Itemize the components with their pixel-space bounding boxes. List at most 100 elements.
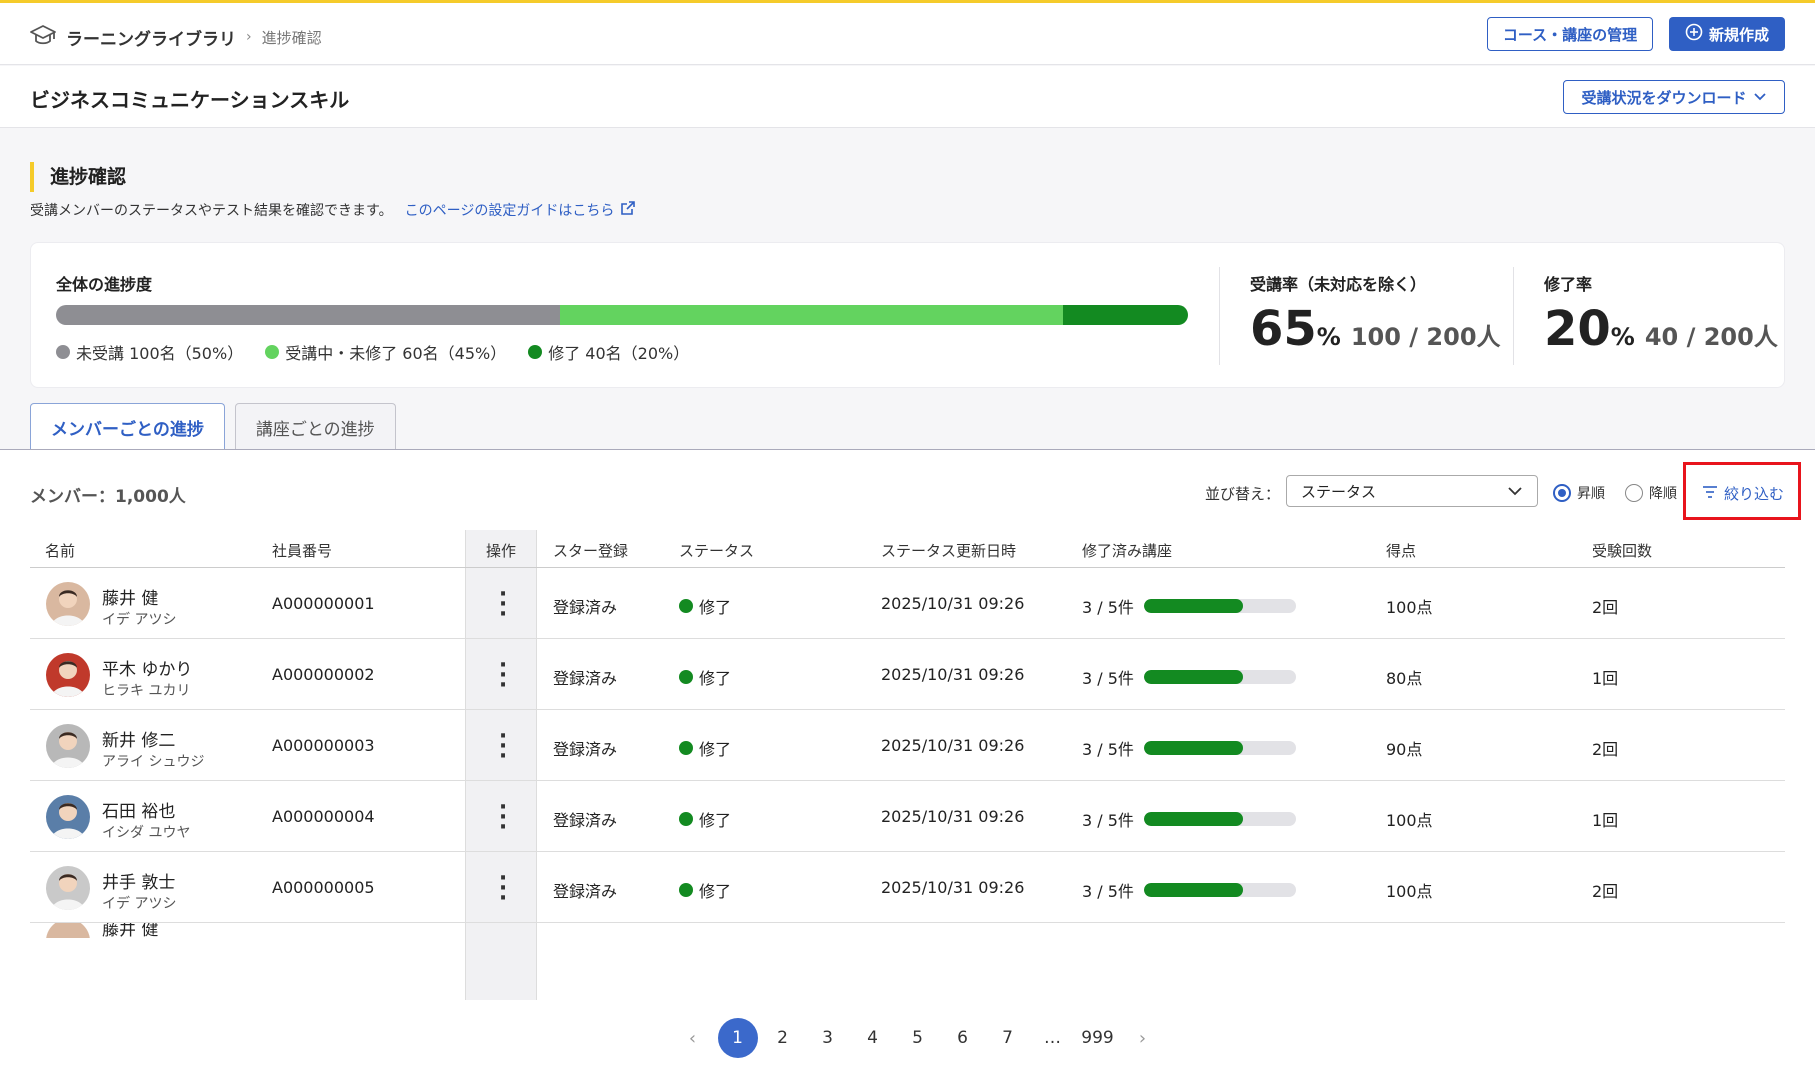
download-status-button[interactable]: 受講状況をダウンロード: [1563, 80, 1785, 114]
sort-descending-radio[interactable]: 降順: [1625, 483, 1677, 503]
filter-label: 絞り込む: [1724, 485, 1785, 503]
member-kana: ヒラキ ユカリ: [102, 683, 191, 699]
table-row[interactable]: 平木 ゆかり ヒラキ ユカリ A000000002 · · · 登録済み 修了 2025/10/…: [30, 639, 1785, 710]
kebab-menu-icon[interactable]: · · ·: [493, 584, 513, 626]
score: 100点: [1386, 882, 1433, 901]
progress-segment: [559, 305, 1064, 325]
pagination-ellipsis: …: [1030, 1018, 1075, 1058]
score: 90点: [1386, 740, 1423, 759]
table-row[interactable]: 藤井 健イデ アツシ A000000001 · · · 登録済み 修了 2025/10/31 …: [30, 568, 1785, 639]
filter-icon: [1702, 485, 1718, 503]
star-registration: 登録済み: [553, 811, 618, 830]
status-updated: 2025/10/31 09:26: [881, 807, 1025, 826]
manage-courses-button[interactable]: コース・講座の管理: [1487, 17, 1653, 51]
kebab-menu-icon[interactable]: · · ·: [493, 655, 513, 697]
manage-courses-label: コース・講座の管理: [1502, 25, 1638, 44]
legend-item: 修了 40名（20%）: [528, 340, 689, 364]
sort-ascending-radio[interactable]: 昇順: [1553, 483, 1605, 503]
header-score: 得点: [1386, 542, 1417, 560]
page-label: 3: [822, 1028, 833, 1048]
filter-button[interactable]: 絞り込む: [1702, 483, 1784, 504]
kebab-menu-icon[interactable]: · · ·: [493, 797, 513, 839]
page-title: ビジネスコミュニケーションスキル: [30, 88, 350, 112]
attempts: 2回: [1592, 882, 1619, 901]
completed-progress-bar: [1143, 883, 1296, 897]
score: 80点: [1386, 669, 1423, 688]
page-button[interactable]: 6: [940, 1018, 985, 1058]
member-name[interactable]: 新井 修二: [102, 726, 175, 751]
status-label: 修了: [699, 740, 732, 759]
completed-progress-fill: [1143, 599, 1243, 613]
avatar: [46, 653, 90, 697]
tab-course-progress[interactable]: 講座ごとの進捗: [234, 403, 396, 450]
table-row[interactable]: 新井 修二 アライ シュウジ A000000003 · · · 登録済み 修了 2025/10/…: [30, 710, 1785, 781]
progress-segment: [56, 305, 560, 325]
stat-divider: [1219, 267, 1220, 365]
completed-courses: 3 / 5件: [1082, 665, 1296, 689]
sort-select[interactable]: ステータス: [1286, 475, 1538, 507]
page-label: 999: [1081, 1028, 1114, 1048]
settings-guide-link[interactable]: このページの設定ガイドはこちら: [405, 200, 637, 220]
page-button[interactable]: 7: [985, 1018, 1030, 1058]
legend-label: 修了 40名（20%）: [548, 344, 690, 363]
table-row[interactable]: 石田 裕也 イシダ ユウヤ A000000004 · · · 登録済み 修了 2025/10/3…: [30, 781, 1785, 852]
member-kana: イデ アツシ: [102, 896, 177, 912]
legend-dot: [528, 345, 543, 359]
page-label: 5: [912, 1028, 923, 1048]
page-button[interactable]: 3: [805, 1018, 850, 1058]
status-updated: 2025/10/31 09:26: [881, 878, 1025, 897]
chevron-right-icon[interactable]: ›: [1120, 1018, 1165, 1058]
page-button[interactable]: 1: [715, 1018, 760, 1058]
status-dot: [679, 812, 693, 826]
completed-count: 3 / 5件: [1082, 882, 1134, 901]
completed-progress-bar: [1143, 741, 1296, 755]
table-header: 名前 社員番号 操作 スター登録 ステータス ステータス更新日時 修了済み講座 …: [30, 530, 1785, 568]
kebab-menu-icon[interactable]: · · ·: [493, 868, 513, 910]
member-name[interactable]: 石田 裕也: [102, 797, 175, 822]
page-label: 1: [717, 1018, 758, 1058]
legend-dot: [265, 345, 280, 359]
member-name[interactable]: 藤井 健: [102, 584, 158, 609]
completed-count: 3 / 5件: [1082, 811, 1134, 830]
chevron-left-icon[interactable]: ‹: [670, 1018, 715, 1058]
page-button[interactable]: 4: [850, 1018, 895, 1058]
page-button[interactable]: 5: [895, 1018, 940, 1058]
completed-progress-fill: [1143, 670, 1243, 684]
table-row[interactable]: 井手 敦士 イデ アツシ A000000005 · · · 登録済み 修了 2025/10/31…: [30, 852, 1785, 923]
page-button[interactable]: 2: [760, 1018, 805, 1058]
status-updated: 2025/10/31 09:26: [881, 594, 1025, 613]
completed-progress-bar: [1143, 670, 1296, 684]
section-title: 進捗確認: [30, 162, 126, 192]
table-row[interactable]: 藤井 健: [30, 923, 1785, 938]
status-dot: [679, 599, 693, 613]
status-dot: [679, 883, 693, 897]
employee-id: A000000002: [272, 665, 375, 684]
completed-count: 3 / 5件: [1082, 740, 1134, 759]
member-name[interactable]: 平木 ゆかり: [102, 655, 192, 680]
radio-unselected-icon: [1625, 484, 1643, 502]
avatar: [46, 724, 90, 768]
sort-select-value: ステータス: [1301, 482, 1377, 501]
member-kana: アライ シュウジ: [102, 754, 205, 770]
pagination: ‹ 1 2 3 4 5 6 7 … 999 ›: [670, 1018, 1165, 1058]
sort-ascending-label: 昇順: [1577, 486, 1605, 502]
page-label: 2: [777, 1028, 788, 1048]
tab-member-progress[interactable]: メンバーごとの進捗: [30, 403, 225, 451]
kebab-menu-icon[interactable]: · · ·: [493, 726, 513, 768]
avatar: [46, 923, 90, 938]
breadcrumb-app-link[interactable]: ラーニングライブラリ: [66, 25, 236, 50]
attendance-rate-value: 65: [1250, 301, 1317, 357]
page-label: …: [1044, 1028, 1061, 1048]
graduation-cap-icon: [30, 23, 56, 51]
completed-courses: 3 / 5件: [1082, 736, 1296, 760]
page-title-bar: ビジネスコミュニケーションスキル 受講状況をダウンロード: [0, 66, 1815, 128]
member-name[interactable]: 井手 敦士: [102, 868, 175, 893]
attempts: 2回: [1592, 740, 1619, 759]
attendance-rate-unit: %: [1316, 323, 1341, 351]
member-name[interactable]: 藤井 健: [102, 923, 158, 938]
member-kana: イデ アツシ: [102, 612, 177, 628]
radio-selected-icon: [1553, 484, 1571, 502]
page-button[interactable]: 999: [1075, 1018, 1120, 1058]
section-description: 受講メンバーのステータスやテスト結果を確認できます。 このページの設定ガイドはこ…: [30, 200, 636, 220]
new-create-button[interactable]: 新規作成: [1669, 17, 1785, 51]
